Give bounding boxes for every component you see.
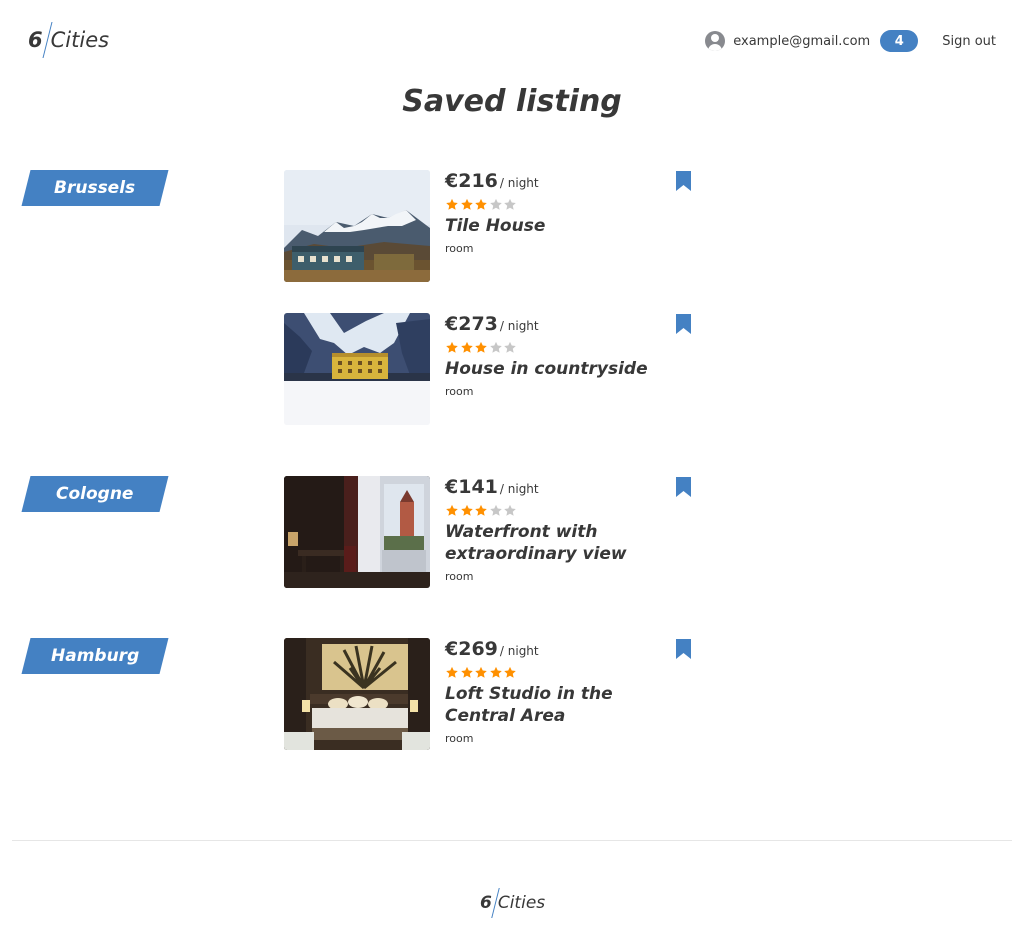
price: €273 / night: [445, 313, 539, 335]
place-name[interactable]: Waterfront with extraordinary view: [445, 521, 685, 565]
bookmark-icon[interactable]: [676, 477, 691, 497]
star-icon: [460, 666, 473, 678]
price-value: €269: [445, 638, 498, 660]
rating-stars: [445, 666, 518, 679]
user-email[interactable]: example@gmail.com: [733, 34, 870, 49]
city-tag-hamburg[interactable]: Hamburg: [21, 638, 169, 674]
city-name: Cologne: [56, 484, 134, 504]
bookmark-icon[interactable]: [676, 171, 691, 191]
price-unit: / night: [499, 644, 539, 658]
star-icon: [475, 341, 487, 353]
footer-logo[interactable]: 6 Cities: [480, 888, 545, 918]
star-icon: [446, 504, 458, 516]
city-tag-brussels[interactable]: Brussels: [21, 170, 169, 206]
price: €141 / night: [445, 476, 539, 498]
logo-number: 6: [480, 893, 492, 913]
logo-number: 6: [28, 28, 43, 52]
place-card: €141 / night Waterfront with extraordina…: [284, 476, 696, 588]
place-type: room: [445, 242, 474, 255]
price-value: €216: [445, 170, 498, 192]
star-icon: [475, 666, 487, 678]
place-name[interactable]: Tile House: [445, 215, 685, 237]
star-icon: [504, 504, 516, 516]
place-image[interactable]: [284, 170, 430, 282]
sign-out-link[interactable]: Sign out: [942, 34, 996, 49]
footer-divider: [12, 840, 1012, 841]
star-icon: [489, 198, 502, 210]
price: €269 / night: [445, 638, 539, 660]
price: €216 / night: [445, 170, 539, 192]
star-icon: [504, 666, 516, 678]
star-icon: [460, 198, 473, 210]
rating-stars: [445, 341, 518, 354]
header-logo[interactable]: 6 Cities: [28, 22, 109, 58]
star-icon: [446, 341, 458, 353]
place-card: €216 / night Tile House room: [284, 170, 696, 282]
star-icon: [489, 666, 502, 678]
place-name[interactable]: House in countryside: [445, 358, 685, 380]
star-icon: [475, 504, 487, 516]
rating-stars: [445, 198, 518, 211]
bookmark-icon[interactable]: [676, 314, 691, 334]
place-image[interactable]: [284, 638, 430, 750]
rating-stars: [445, 504, 518, 517]
place-card: €269 / night Loft Studio in the Central …: [284, 638, 696, 750]
star-icon: [489, 341, 502, 353]
place-type: room: [445, 385, 474, 398]
place-card: €273 / night House in countryside room: [284, 313, 696, 425]
city-name: Hamburg: [50, 646, 140, 666]
place-image[interactable]: [284, 313, 430, 425]
bookmark-icon[interactable]: [676, 639, 691, 659]
place-name[interactable]: Loft Studio in the Central Area: [445, 683, 685, 727]
logo-text: Cities: [497, 893, 546, 913]
star-icon: [460, 341, 473, 353]
star-icon: [446, 666, 458, 678]
star-icon: [489, 504, 502, 516]
header: 6 Cities example@gmail.com 4 Sign out: [0, 0, 1024, 82]
place-image[interactable]: [284, 476, 430, 588]
star-icon: [504, 198, 516, 210]
price-unit: / night: [499, 482, 539, 496]
user-nav: example@gmail.com 4 Sign out: [705, 28, 996, 54]
favorites-count-badge[interactable]: 4: [880, 30, 919, 52]
place-type: room: [445, 732, 474, 745]
star-icon: [446, 198, 458, 210]
place-type: room: [445, 570, 474, 583]
logo-text: Cities: [50, 28, 110, 52]
city-tag-cologne[interactable]: Cologne: [21, 476, 169, 512]
star-icon: [504, 341, 516, 353]
price-unit: / night: [499, 176, 539, 190]
price-value: €273: [445, 313, 498, 335]
star-icon: [475, 198, 487, 210]
page-title: Saved listing: [402, 84, 622, 119]
star-icon: [460, 504, 473, 516]
user-avatar-icon[interactable]: [705, 31, 726, 51]
city-name: Brussels: [54, 178, 136, 198]
price-unit: / night: [499, 319, 539, 333]
price-value: €141: [445, 476, 498, 498]
